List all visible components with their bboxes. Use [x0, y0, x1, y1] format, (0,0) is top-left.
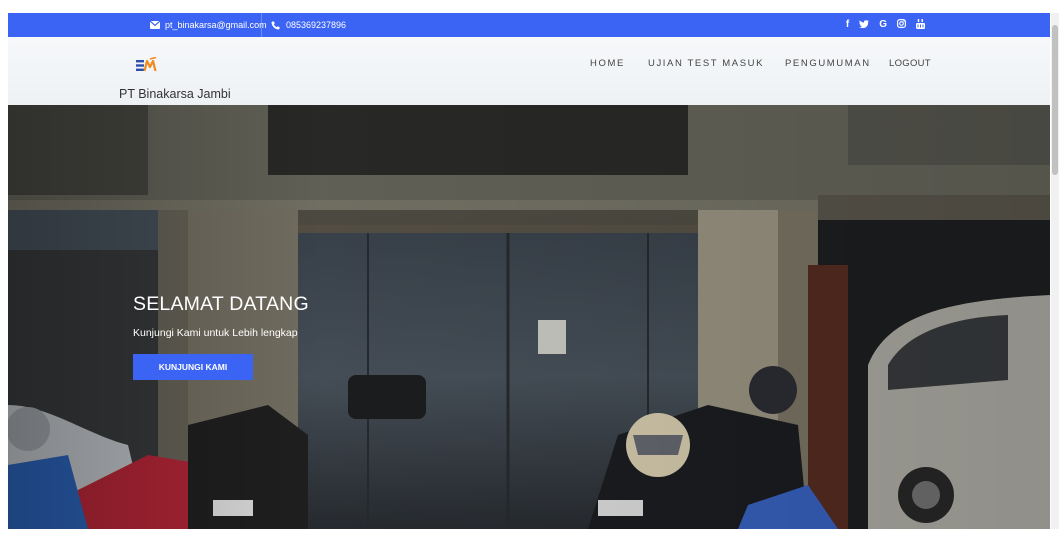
phone-contact[interactable]: 085369237896 [270, 13, 346, 37]
youtube-icon[interactable] [916, 18, 925, 32]
scrollbar-thumb[interactable] [1052, 25, 1058, 175]
twitter-icon[interactable] [859, 19, 870, 31]
phone-text: 085369237896 [286, 20, 347, 30]
visit-us-button[interactable]: KUNJUNGI KAMI [133, 354, 253, 380]
nav-logout[interactable]: LOGOUT [889, 58, 931, 69]
hero-title: SELAMAT DATANG [133, 293, 309, 315]
envelope-icon [149, 21, 160, 30]
top-bar: pt_binakarsa@gmail.com 085369237896 f G [8, 13, 1050, 37]
nav-pengumuman[interactable]: PENGUMUMAN [785, 58, 871, 69]
contact-divider [261, 13, 262, 37]
hero-banner: SELAMAT DATANG Kunjungi Kami untuk Lebih… [8, 105, 1050, 529]
phone-icon [270, 21, 281, 30]
hero-background-image [8, 105, 1050, 529]
nav-home[interactable]: HOME [590, 58, 625, 69]
instagram-icon[interactable] [897, 19, 907, 31]
site-header: PT Binakarsa Jambi HOME UJIAN TEST MASUK… [8, 37, 1050, 105]
brand-name: PT Binakarsa Jambi [119, 87, 231, 101]
page: pt_binakarsa@gmail.com 085369237896 f G [8, 13, 1050, 529]
hero-subtitle: Kunjungi Kami untuk Lebih lengkap [133, 327, 298, 339]
company-logo[interactable] [136, 56, 157, 73]
social-links: f G [846, 13, 925, 37]
facebook-icon[interactable]: f [846, 20, 849, 30]
google-icon[interactable]: G [879, 20, 887, 30]
nav-ujian-test-masuk[interactable]: UJIAN TEST MASUK [648, 58, 764, 69]
email-contact[interactable]: pt_binakarsa@gmail.com [149, 13, 267, 37]
vertical-scrollbar[interactable] [1051, 13, 1059, 529]
email-text: pt_binakarsa@gmail.com [165, 20, 267, 30]
